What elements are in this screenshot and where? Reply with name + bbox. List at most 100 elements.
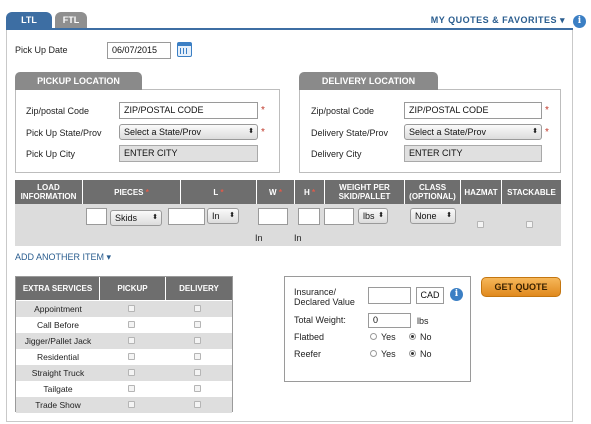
updown-icon: ⬍ — [378, 212, 384, 219]
class-select[interactable]: None ⬍ — [410, 208, 456, 224]
col-class: CLASS (OPTIONAL) — [405, 180, 461, 204]
delivery-state-select[interactable]: Select a State/Prov ⬍ — [404, 124, 542, 140]
hazmat-checkbox[interactable] — [477, 221, 484, 228]
pickup-checkbox[interactable] — [128, 369, 135, 376]
chevron-down-icon: ▾ — [106, 252, 112, 262]
pickup-checkbox[interactable] — [128, 385, 135, 392]
updown-icon: ⬍ — [248, 128, 254, 135]
service-name: Residential — [36, 352, 80, 362]
pickup-city-label: Pick Up City — [26, 149, 76, 159]
service-name: Appointment — [34, 304, 82, 314]
flatbed-yes-label: Yes — [381, 332, 396, 342]
col-length: L * — [181, 180, 257, 204]
delivery-checkbox[interactable] — [194, 385, 201, 392]
updown-icon: ⬍ — [446, 212, 452, 219]
service-name: Call Before — [36, 320, 80, 330]
total-weight-label: Total Weight: — [294, 315, 346, 325]
updown-icon: ⬍ — [532, 128, 538, 135]
width-unit-label: In — [255, 233, 263, 243]
weight-unit-select[interactable]: lbs ⬍ — [358, 208, 388, 224]
pickup-state-select[interactable]: Select a State/Prov ⬍ — [119, 124, 258, 140]
get-quote-button[interactable]: GET QUOTE — [481, 277, 561, 297]
extra-service-row: Appointment — [16, 301, 232, 317]
extra-services-table: EXTRA SERVICES PICKUP DELIVERY Appointme… — [15, 276, 233, 413]
col-width: W * — [257, 180, 295, 204]
delivery-city-input[interactable]: ENTER CITY — [404, 145, 542, 162]
tab-ltl[interactable]: LTL — [6, 12, 52, 29]
extra-service-row: Residential — [16, 349, 232, 365]
length-input[interactable] — [168, 208, 205, 225]
add-another-item-link[interactable]: ADD ANOTHER ITEM ▾ — [15, 252, 111, 263]
flatbed-yes-radio[interactable] — [370, 333, 377, 340]
extra-services-header: EXTRA SERVICES PICKUP DELIVERY — [16, 277, 232, 300]
pickup-zip-input[interactable]: ZIP/POSTAL CODE — [119, 102, 258, 119]
pieces-input[interactable] — [86, 208, 107, 225]
length-unit-select[interactable]: In ⬍ — [207, 208, 239, 224]
service-name: Trade Show — [35, 400, 81, 410]
my-quotes-link[interactable]: MY QUOTES & FAVORITES ▾ — [431, 15, 565, 26]
delivery-checkbox[interactable] — [194, 401, 201, 408]
reefer-yes-label: Yes — [381, 349, 396, 359]
pickup-checkbox[interactable] — [128, 305, 135, 312]
col-weight: WEIGHT PER SKID/PALLET — [325, 180, 405, 204]
weight-input[interactable] — [324, 208, 354, 225]
required-marker: * — [545, 105, 549, 116]
flatbed-no-label: No — [420, 332, 432, 342]
reefer-label: Reefer — [294, 349, 322, 359]
pickup-checkbox[interactable] — [128, 321, 135, 328]
delivery-checkbox[interactable] — [194, 369, 201, 376]
reefer-no-radio[interactable] — [409, 350, 416, 357]
reefer-yes-radio[interactable] — [370, 350, 377, 357]
col-stackable: STACKABLE — [507, 187, 556, 197]
height-unit-label: In — [294, 233, 302, 243]
pickup-checkbox[interactable] — [128, 353, 135, 360]
stackable-checkbox[interactable] — [526, 221, 533, 228]
tab-ftl[interactable]: FTL — [55, 12, 87, 28]
col-delivery: DELIVERY — [179, 284, 219, 293]
extra-service-row: Trade Show — [16, 397, 232, 413]
info-icon[interactable]: i — [450, 288, 463, 301]
flatbed-label: Flatbed — [294, 332, 325, 342]
insurance-value-input[interactable] — [368, 287, 411, 304]
delivery-checkbox[interactable] — [194, 353, 201, 360]
extra-service-row: Straight Truck — [16, 365, 232, 381]
required-marker: * — [545, 127, 549, 138]
pieces-unit-select[interactable]: Skids ⬍ — [110, 210, 162, 226]
width-input[interactable] — [258, 208, 288, 225]
calendar-icon[interactable] — [177, 42, 192, 57]
pickup-date-input[interactable]: 06/07/2015 — [107, 42, 171, 59]
col-load-info: LOAD INFORMATION — [15, 180, 83, 204]
pickup-city-input[interactable]: ENTER CITY — [119, 145, 258, 162]
required-marker: * — [261, 105, 265, 116]
extra-service-row: Call Before — [16, 317, 232, 333]
extra-service-row: Tailgate — [16, 381, 232, 397]
col-height: H * — [295, 180, 325, 204]
col-hazmat: HAZMAT — [461, 180, 502, 204]
extra-service-row: Jigger/Pallet Jack — [16, 333, 232, 349]
pickup-location-title: PICKUP LOCATION — [15, 72, 142, 90]
updown-icon: ⬍ — [229, 212, 235, 219]
service-name: Jigger/Pallet Jack — [24, 336, 92, 346]
pickup-zip-label: Zip/postal Code — [26, 106, 90, 116]
col-extra-services: EXTRA SERVICES — [16, 277, 100, 300]
service-name: Tailgate — [43, 384, 73, 394]
height-input[interactable] — [298, 208, 320, 225]
delivery-checkbox[interactable] — [194, 321, 201, 328]
pickup-checkbox[interactable] — [128, 401, 135, 408]
required-marker: * — [261, 127, 265, 138]
delivery-checkbox[interactable] — [194, 305, 201, 312]
delivery-checkbox[interactable] — [194, 337, 201, 344]
pickup-checkbox[interactable] — [128, 337, 135, 344]
freight-table-header: LOAD INFORMATION PIECES * L * W * H * WE… — [15, 180, 561, 204]
chevron-down-icon: ▾ — [559, 15, 565, 25]
delivery-zip-input[interactable]: ZIP/POSTAL CODE — [404, 102, 542, 119]
delivery-state-label: Delivery State/Prov — [311, 128, 389, 138]
delivery-location-title: DELIVERY LOCATION — [299, 72, 438, 90]
updown-icon: ⬍ — [152, 214, 158, 221]
currency-field[interactable]: CAD — [416, 287, 444, 304]
flatbed-no-radio[interactable] — [409, 333, 416, 340]
col-pickup: PICKUP — [100, 277, 166, 300]
service-name: Straight Truck — [31, 368, 85, 378]
info-icon[interactable]: i — [573, 15, 586, 28]
reefer-no-label: No — [420, 349, 432, 359]
